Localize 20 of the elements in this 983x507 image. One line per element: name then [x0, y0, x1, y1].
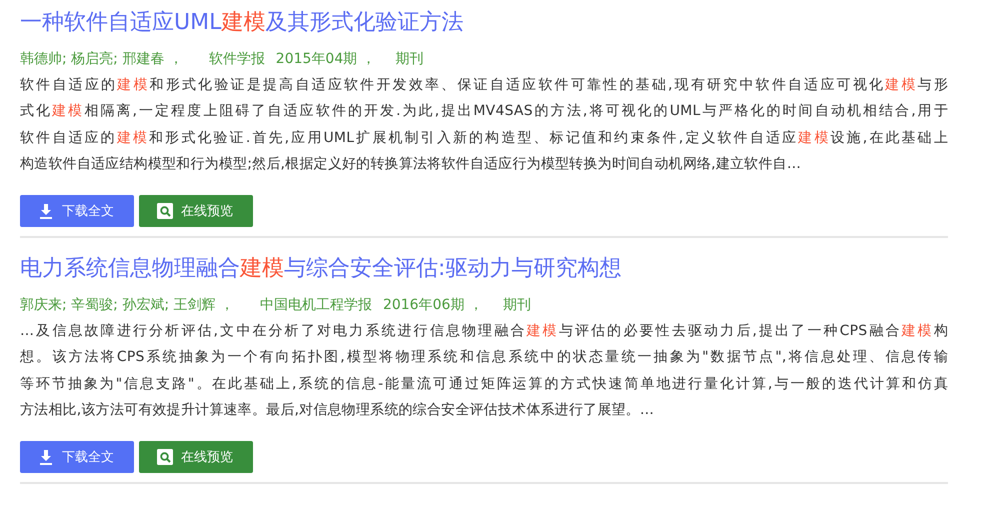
issue-text: 2016年06期 ， — [382, 296, 483, 314]
authors-text: 韩德帅; 杨启亮; 邢建春 ， — [20, 50, 183, 68]
authors-text: 郭庆来; 辛蜀骏; 孙宏斌; 王剑辉 ， — [20, 296, 234, 314]
download-button[interactable]: 下载全文 — [20, 441, 134, 474]
preview-button[interactable]: 在线预览 — [139, 441, 253, 474]
download-button[interactable]: 下载全文 — [20, 195, 134, 228]
issue-text: 2015年04期 ， — [276, 50, 376, 68]
preview-button[interactable]: 在线预览 — [139, 195, 253, 228]
search-icon — [157, 203, 173, 220]
article-title[interactable]: 电力系统信息物理融合建模与综合安全评估:驱动力与研究构想 — [20, 246, 948, 292]
download-icon — [38, 449, 54, 466]
abstract-text: …及信息故障进行分析评估,文中在分析了对电力系统进行信息物理融合建模 与评估的必要性去驱动力后,提出了一种CPS融合建模 构 想。该方法将CPS系统抽象为一个有向拓扑图,模型将物理系统和信息系统中的状态量统一抽象为"数据节点",将信息处理、信息传输 等环节抽象为"信息支路"。在此基础上,系统的信息-能量流可通过矩阵运算的方式快速简单地进行量化计算,与一般的迭代计算和仿真 方法相比,该方法可有效提升计算速率。最后,对信息物理系统的综合安全评估技术体系进行了展望。… — [20, 322, 948, 420]
type-text: 期刊 — [502, 296, 531, 314]
journal-name: 中国电机工程学报 — [260, 296, 372, 314]
article-title[interactable]: 一种软件自适应UML建模及其形式化验证方法 — [20, 0, 948, 46]
abstract-text: 软件自适应的建模和形式化验证是提高自适应软件开发效率、保证自适应软件可靠性的基础,现有研究中软件自适应可视化建模与形 式化建模 相隔离,一定程度上阻碍了自适应软件的开发.为此,提出MV4SAS的方法,将可视化的UML与严格化的时间自动机相结合,用于 软件自适应的 建模和形式化验证.首先,应用UML扩展机制引入新的构造型、标记值和约束条件,定义软件自适应建模设施,在此基础上 构造软件自适应结构模型和行为模型;然后,根据定义好的转换算法将软件自适应行为模型转换为时间自动机网络,建立软件自… — [20, 76, 948, 174]
type-text: 期刊 — [396, 50, 424, 68]
download-icon — [38, 203, 54, 220]
journal-name: 软件学报 — [208, 50, 265, 68]
search-icon — [157, 449, 173, 466]
